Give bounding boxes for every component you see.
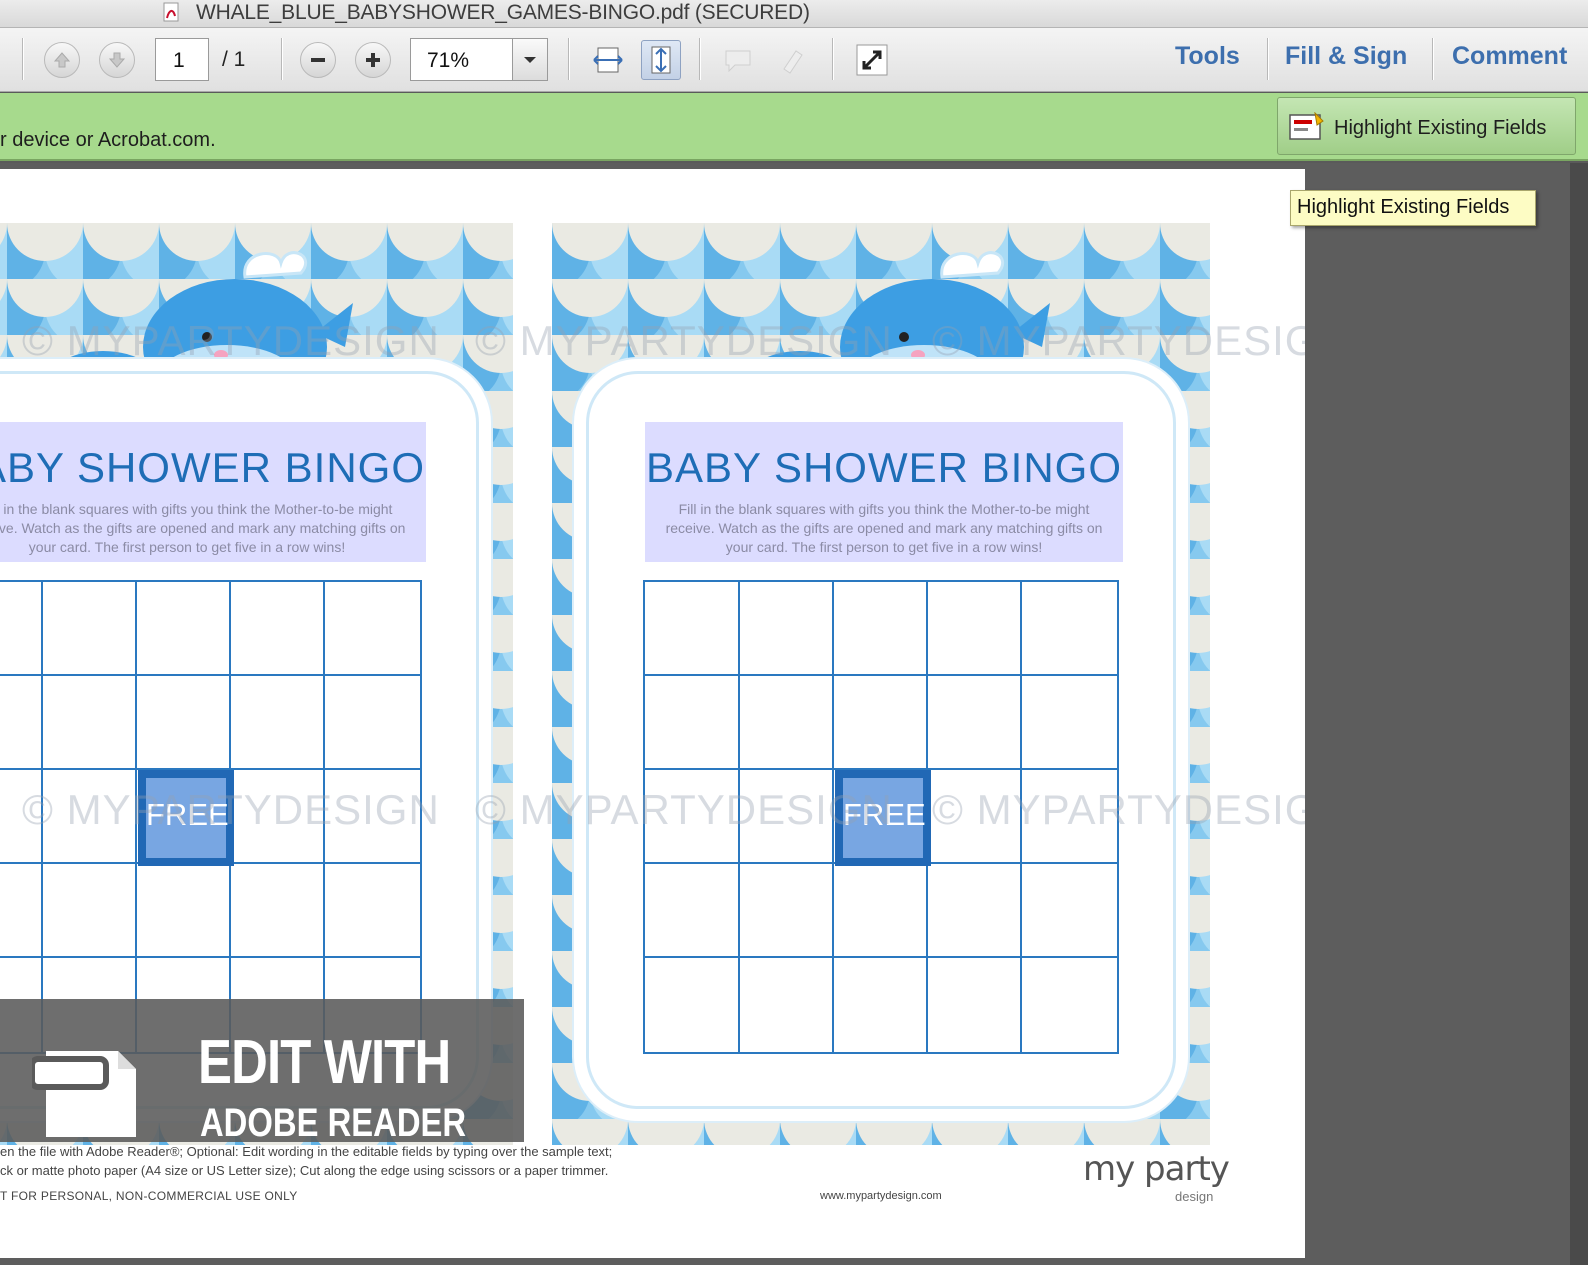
toolbar-separator xyxy=(22,38,23,80)
form-fields-icon xyxy=(1289,112,1324,140)
zoom-dropdown-button[interactable] xyxy=(512,38,548,81)
watermark: © MYPARTYDESIGN xyxy=(932,317,1305,364)
card-header: BABY SHOWER BINGO Fill in the blank squa… xyxy=(645,422,1123,562)
highlight-fields-tooltip: Highlight Existing Fields xyxy=(1290,190,1536,226)
fit-width-button[interactable] xyxy=(588,40,628,80)
toolbar-separator xyxy=(1432,38,1433,80)
main-toolbar: 1 / 1 71% Tools Fill & Sign Comment xyxy=(0,28,1588,92)
fit-width-icon xyxy=(593,47,623,73)
banner-line2: ADOBE READER xyxy=(200,1101,467,1145)
zoom-out-button[interactable] xyxy=(300,42,336,78)
brand-logo-sub: design xyxy=(1175,1189,1214,1204)
fit-page-button[interactable] xyxy=(641,40,681,80)
watermark: © MYPARTYDESIGN xyxy=(22,786,440,833)
card-title: BABY SHOWER BINGO xyxy=(646,444,1122,491)
highlight-button-label: Highlight Existing Fields xyxy=(1334,117,1547,139)
zoom-level-input[interactable]: 71% xyxy=(410,38,514,81)
watermark: © MYPARTYDESIGN xyxy=(22,317,440,364)
card-instructions: Fill in the blank squares with gifts you… xyxy=(665,501,1103,555)
notification-bar: r device or Acrobat.com. Highlight Exist… xyxy=(0,93,1588,161)
watermark: © MYPARTYDESIGN xyxy=(475,317,893,364)
chevron-down-icon xyxy=(524,56,536,63)
fit-page-icon xyxy=(651,46,671,74)
card-title: BABY SHOWER BINGO xyxy=(0,444,425,491)
toolbar-separator xyxy=(699,38,700,80)
toolbar-separator xyxy=(568,38,569,80)
speech-bubble-icon xyxy=(725,50,751,73)
tools-button[interactable]: Tools xyxy=(1175,42,1240,71)
document-scrollbar-track[interactable] xyxy=(1570,163,1588,1265)
watermark: © MYPARTYDESIGN xyxy=(475,786,893,833)
toolbar-separator xyxy=(832,38,833,80)
expand-arrows-icon xyxy=(856,44,888,76)
footer-instructions-line2: ck or matte photo paper (A4 size or US L… xyxy=(0,1163,609,1178)
document-icon xyxy=(32,1051,136,1137)
highlight-text-button[interactable] xyxy=(773,40,813,80)
notification-message: r device or Acrobat.com. xyxy=(0,129,216,151)
banner-line1: EDIT WITH xyxy=(198,1028,451,1097)
highlight-existing-fields-button[interactable]: Highlight Existing Fields xyxy=(1277,97,1576,155)
zoom-in-button[interactable] xyxy=(355,42,391,78)
next-page-button[interactable] xyxy=(99,42,135,78)
pdf-page: BABY SHOWER BINGO Fill in the blank squa… xyxy=(0,169,1305,1258)
fill-sign-button[interactable]: Fill & Sign xyxy=(1285,42,1407,71)
page-total-label: / 1 xyxy=(222,48,246,71)
marker-icon xyxy=(783,50,803,74)
footer-usage-note: T FOR PERSONAL, NON-COMMERCIAL USE ONLY xyxy=(0,1189,298,1203)
add-comment-button[interactable] xyxy=(718,40,758,80)
card-header: BABY SHOWER BINGO Fill in the blank squa… xyxy=(0,422,426,562)
window-title: WHALE_BLUE_BABYSHOWER_GAMES-BINGO.pdf (S… xyxy=(196,1,810,24)
card-instructions: Fill in the blank squares with gifts you… xyxy=(0,501,406,555)
previous-page-button[interactable] xyxy=(44,42,80,78)
arrow-down-icon xyxy=(108,52,126,68)
comment-button[interactable]: Comment xyxy=(1452,42,1567,71)
card-panel: BABY SHOWER BINGO Fill in the blank squa… xyxy=(586,371,1176,1109)
plus-icon xyxy=(366,53,380,67)
page-number-input[interactable]: 1 xyxy=(155,38,209,81)
footer-url: www.mypartydesign.com xyxy=(820,1190,942,1202)
brand-logo: my party xyxy=(1083,1149,1230,1189)
toolbar-separator xyxy=(1267,38,1268,80)
toolbar-separator xyxy=(281,38,282,80)
pdf-file-icon xyxy=(163,2,179,22)
window-titlebar: WHALE_BLUE_BABYSHOWER_GAMES-BINGO.pdf (S… xyxy=(0,0,1588,28)
arrow-up-icon xyxy=(53,52,71,68)
watermark: © MYPARTYDESIGN xyxy=(932,786,1305,833)
full-screen-button[interactable] xyxy=(852,40,892,80)
edit-with-adobe-reader-banner: EDIT WITH ADOBE READER xyxy=(0,999,524,1145)
minus-icon xyxy=(311,58,325,62)
footer-instructions-line1: en the file with Adobe Reader®; Optional… xyxy=(0,1144,613,1159)
